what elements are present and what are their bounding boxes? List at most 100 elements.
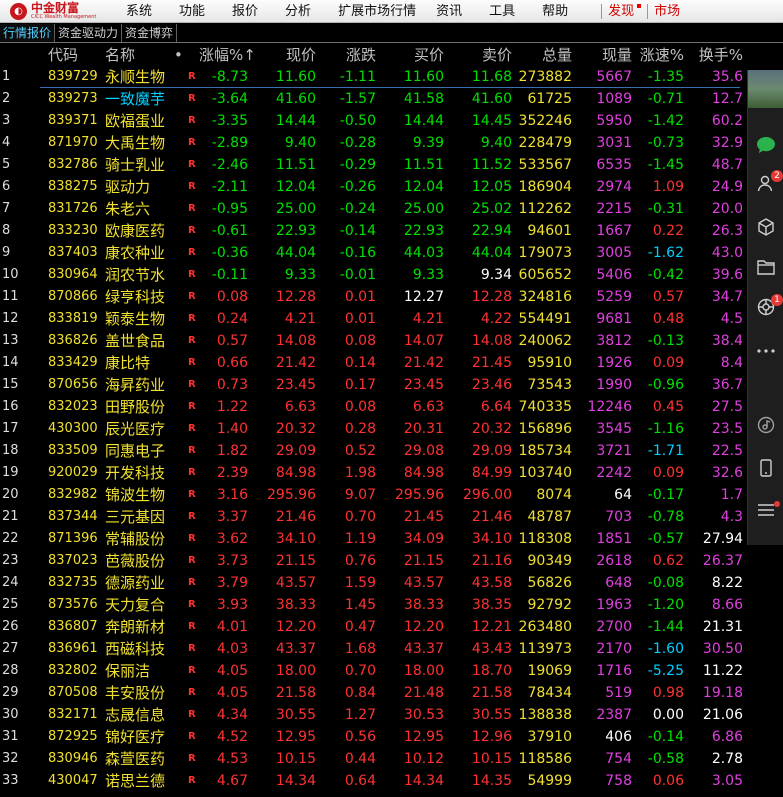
menu-item-7[interactable]: 帮助 — [542, 0, 568, 23]
table-row[interactable]: 22 871396 常辅股份 R 3.62 34.10 1.19 34.09 34.10 1183… — [0, 528, 783, 550]
table-row[interactable]: 21 837344 三元基因 R 3.37 21.46 0.70 21.45 21.46 4878… — [0, 506, 783, 528]
ask-price: 44.04 — [471, 245, 512, 261]
table-row[interactable]: 13 836826 盖世食品 R 0.57 14.08 0.08 14.07 14.08 2400… — [0, 330, 783, 352]
menu-item-2[interactable]: 报价 — [232, 0, 258, 23]
tab-2[interactable]: 资金博弈 — [122, 24, 178, 42]
music-icon[interactable] — [748, 410, 783, 440]
menu-item-4[interactable]: 扩展市场行情 — [338, 0, 416, 23]
change-pct: 4.05 — [216, 685, 248, 701]
current-volume: 9681 — [596, 311, 632, 327]
turnover: 6.86 — [711, 729, 743, 745]
change-pct: 3.93 — [216, 597, 248, 613]
change-speed: -1.20 — [647, 597, 684, 613]
table-row[interactable]: 5 832786 骑士乳业 R -2.46 11.51 -0.29 11.51 11.52 533… — [0, 154, 783, 176]
table-row[interactable]: 12 833819 颖泰生物 R 0.24 4.21 0.01 4.21 4.22 554491 9… — [0, 308, 783, 330]
header-ask[interactable]: 卖价 — [444, 44, 512, 66]
menu-icon[interactable] — [748, 495, 783, 525]
row-index: 31 — [2, 729, 19, 744]
table-row[interactable]: 32 830946 森萱医药 R 4.53 10.15 0.44 10.12 10.15 1185… — [0, 748, 783, 770]
table-row[interactable]: 11 870866 绿亨科技 R 0.08 12.28 0.01 12.27 12.28 3248… — [0, 286, 783, 308]
change-pct: -0.61 — [211, 223, 248, 239]
table-row[interactable]: 18 833509 同惠电子 R 1.82 29.09 0.52 29.08 29.09 1857… — [0, 440, 783, 462]
table-row[interactable]: 16 832023 田野股份 R 1.22 6.63 0.08 6.63 6.64 740335 1… — [0, 396, 783, 418]
bid-price: 30.53 — [403, 707, 444, 723]
header-price[interactable]: 现价 — [251, 44, 316, 66]
tab-0[interactable]: 行情报价 — [0, 24, 56, 42]
table-row[interactable]: 31 872925 锦好医疗 R 4.52 12.95 0.56 12.95 12.96 3791… — [0, 726, 783, 748]
volume: 138838 — [518, 707, 572, 723]
table-row[interactable]: 29 870508 丰安股份 R 4.05 21.58 0.84 21.48 21.58 7843… — [0, 682, 783, 704]
header-turnover[interactable]: 换手% — [685, 44, 743, 66]
table-row[interactable]: 6 838275 驱动力 R -2.11 12.04 -0.26 12.04 12.05 1869… — [0, 176, 783, 198]
table-row[interactable]: 33 430047 诺思兰德 R 4.67 14.34 0.64 14.34 14.35 5499… — [0, 770, 783, 792]
app-window: ◐ 中金财富 CICC Wealth Management 系统 功能 报价 分析 扩展… — [0, 0, 783, 797]
contacts-badge: 2 — [771, 170, 783, 182]
table-row[interactable]: 30 832171 志晟信息 R 4.34 30.55 1.27 30.53 30.55 1388… — [0, 704, 783, 726]
table-row[interactable]: 15 870656 海昇药业 R 0.73 23.45 0.17 23.45 23.46 7354… — [0, 374, 783, 396]
table-row[interactable]: 26 836807 奔朗新材 R 4.01 12.20 0.47 12.20 12.21 2634… — [0, 616, 783, 638]
table-row[interactable]: 4 871970 大禹生物 R -2.89 9.40 -0.28 9.39 9.40 228479… — [0, 132, 783, 154]
chat-icon[interactable] — [748, 130, 783, 160]
ask-price: 4.22 — [480, 311, 512, 327]
stock-code: 832802 — [48, 663, 98, 678]
table-row[interactable]: 28 832802 保丽洁 R 4.05 18.00 0.70 18.00 18.70 19069… — [0, 660, 783, 682]
price: 12.28 — [275, 289, 316, 305]
table-row[interactable]: 27 836961 西磁科技 R 4.03 43.37 1.68 43.37 43.43 1139… — [0, 638, 783, 660]
bid-price: 12.20 — [403, 619, 444, 635]
tab-1[interactable]: 资金驱动力 — [55, 24, 123, 42]
header-name[interactable]: 名称 — [105, 44, 135, 66]
menu-item-6[interactable]: 工具 — [489, 0, 515, 23]
table-row[interactable]: 23 837023 芭薇股份 R 3.73 21.15 0.76 21.15 21.16 9034… — [0, 550, 783, 572]
more-icon[interactable] — [748, 336, 783, 366]
photo-thumbnail[interactable] — [748, 70, 783, 108]
table-row[interactable]: 1 839729 永顺生物 R -8.73 11.60 -1.11 11.60 11.68 273… — [0, 66, 783, 88]
table-row[interactable]: 3 839371 欧福蛋业 R -3.35 14.44 -0.50 14.44 14.45 352… — [0, 110, 783, 132]
phone-icon[interactable] — [748, 453, 783, 483]
menu-item-0[interactable]: 系统 — [126, 0, 152, 23]
table-row[interactable]: 7 831726 朱老六 R -0.95 25.00 -0.24 25.00 25.02 1122… — [0, 198, 783, 220]
bid-price: 84.98 — [403, 465, 444, 481]
turnover: 39.6 — [711, 267, 743, 283]
header-change-pct[interactable]: 涨幅%↑ — [199, 44, 256, 66]
header-bid[interactable]: 买价 — [376, 44, 444, 66]
header-speed[interactable]: 涨速% — [624, 44, 684, 66]
ask-price: 21.58 — [471, 685, 512, 701]
table-row[interactable]: 24 832735 德源药业 R 3.79 43.57 1.59 43.57 43.58 5682… — [0, 572, 783, 594]
current-volume: 2974 — [596, 179, 632, 195]
header-current-volume[interactable]: 现量 — [572, 44, 632, 66]
ask-price: 296.00 — [463, 487, 512, 503]
menu-red-item-0[interactable]: 发现 — [608, 0, 642, 23]
table-row[interactable]: 10 830964 润农节水 R -0.11 9.33 -0.01 9.33 9.34 60565… — [0, 264, 783, 286]
current-volume: 6535 — [596, 157, 632, 173]
header-volume[interactable]: 总量 — [512, 44, 572, 66]
table-row[interactable]: 17 430300 辰光医疗 R 1.40 20.32 0.28 20.31 20.32 1568… — [0, 418, 783, 440]
price: 23.45 — [275, 377, 316, 393]
header-code[interactable]: 代码 — [48, 44, 78, 66]
row-index: 27 — [2, 641, 19, 656]
cube-icon[interactable] — [748, 212, 783, 242]
turnover: 19.18 — [702, 685, 743, 701]
table-row[interactable]: 14 833429 康比特 R 0.66 21.42 0.14 21.42 21.45 95910… — [0, 352, 783, 374]
price: 10.15 — [275, 751, 316, 767]
bid-price: 14.34 — [403, 773, 444, 789]
menu-item-3[interactable]: 分析 — [285, 0, 311, 23]
stock-name: 大禹生物 — [105, 134, 166, 152]
menu-item-5[interactable]: 资讯 — [436, 0, 462, 23]
table-row[interactable]: 9 837403 康农种业 R -0.36 44.04 -0.16 44.03 44.04 179… — [0, 242, 783, 264]
menu-separator — [601, 3, 603, 19]
row-index: 33 — [2, 773, 19, 788]
change-speed: -1.60 — [647, 641, 684, 657]
menu-item-1[interactable]: 功能 — [179, 0, 205, 23]
folder-icon[interactable] — [748, 252, 783, 282]
menu-red-item-1[interactable]: 市场 — [654, 0, 680, 23]
change-speed: 0.22 — [652, 223, 684, 239]
table-row[interactable]: 19 920029 开发科技 R 2.39 84.98 1.98 84.98 84.99 1037… — [0, 462, 783, 484]
bid-price: 4.21 — [412, 311, 444, 327]
apps-icon[interactable]: 1 — [748, 292, 783, 322]
contacts-icon[interactable]: 2 — [748, 168, 783, 198]
table-row[interactable]: 8 833230 欧康医药 R -0.61 22.93 -0.14 22.93 22.94 946… — [0, 220, 783, 242]
table-row[interactable]: 20 832982 锦波生物 R 3.16 295.96 9.07 295.96 296.00 8… — [0, 484, 783, 506]
table-row[interactable]: 25 873576 天力复合 R 3.93 38.33 1.45 38.33 38.35 9279… — [0, 594, 783, 616]
header-change[interactable]: 涨跌 — [316, 44, 376, 66]
table-row[interactable]: 2 839273 一致魔芋 R -3.64 41.60 -1.57 41.58 41.60 617… — [0, 88, 783, 110]
